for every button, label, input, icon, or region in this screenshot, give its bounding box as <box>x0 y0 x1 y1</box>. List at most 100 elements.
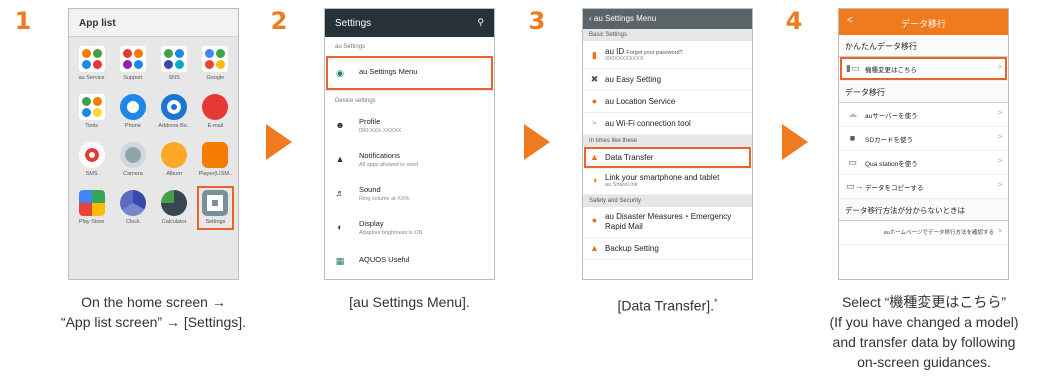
au-settings-section: au Settings <box>325 37 494 56</box>
step-4-caption: Select “機種変更はこちら” (If you have changed a… <box>829 294 1019 370</box>
folder-icon <box>119 46 146 72</box>
tools-icon: ✖ <box>590 74 599 84</box>
au-homepage-link[interactable]: auホームページでデータ移行方法を確認する > <box>839 221 1008 245</box>
brightness-icon: ◐ <box>337 222 343 232</box>
mail-icon <box>202 94 229 120</box>
speaker-icon: ♬ <box>335 188 345 198</box>
settings-title-bar: Settings ⚲ <box>325 9 494 37</box>
folder-icon <box>202 46 229 72</box>
in-times-like-these-section: In times like these <box>583 135 752 147</box>
arrow-right-icon <box>266 124 292 160</box>
easy-transfer-section: かんたんデータ移行 <box>839 35 1008 57</box>
data-transfer-item[interactable]: ▲ Data Transfer <box>583 147 752 169</box>
au-location-service-item[interactable]: ● au Location Service <box>583 91 752 113</box>
app-settings[interactable]: Settings <box>195 186 236 230</box>
settings-item-notifications[interactable]: ▲ Notifications All apps allowed to send <box>325 144 494 178</box>
settings-highlight <box>196 186 234 230</box>
link-icon: ◑ <box>591 175 598 185</box>
settings-item-sound[interactable]: ♬ Sound Ring volume at XX% <box>325 178 494 212</box>
settings-item-profile[interactable]: ☻ Profile 090-XXX-XXXXX <box>325 110 494 144</box>
folder-icon <box>78 46 105 72</box>
app-sms[interactable]: SMS <box>71 139 112 181</box>
app-email[interactable]: E-mail <box>195 91 236 133</box>
calculator-icon <box>161 190 188 216</box>
app-play-store[interactable]: Play Store <box>71 187 112 229</box>
au-id-icon: ▮ <box>592 50 597 60</box>
data-transfer-highlight <box>584 147 751 168</box>
chevron-right-icon: > <box>997 182 1002 189</box>
app-au-service[interactable]: au Service <box>71 43 112 85</box>
back-icon[interactable]: < <box>847 15 853 26</box>
app-grid: au Service Support SNS Google Tools Phon… <box>69 37 238 230</box>
au-settings-menu-highlight <box>326 56 493 90</box>
warning-icon: ● <box>591 215 598 225</box>
app-calculator[interactable]: Calculator <box>154 187 195 229</box>
search-icon[interactable]: ⚲ <box>477 17 484 28</box>
bell-icon: ▲ <box>335 154 345 164</box>
app-list-title: App list <box>69 9 238 37</box>
app-clock[interactable]: Clock <box>112 187 153 229</box>
au-id-item[interactable]: ▮ au ID Forgot your password? 090XXXXXXX… <box>583 41 752 69</box>
safety-security-section: Safety and Security <box>583 195 752 207</box>
sms-icon <box>78 142 105 168</box>
au-settings-menu-screen: ‹ au Settings Menu Basic Settings ▮ au I… <box>582 8 753 280</box>
sd-card-item[interactable]: ■ SDカードを使う > <box>839 127 1008 151</box>
au-easy-setting-item[interactable]: ✖ au Easy Setting <box>583 69 752 91</box>
settings-screen: Settings ⚲ au Settings ◉ au Settings Men… <box>324 8 495 280</box>
backup-setting-item[interactable]: ▲ Backup Setting <box>583 238 752 260</box>
share-link-item[interactable]: ◑ Link your smartphone and tablet au Sha… <box>583 169 752 195</box>
step-3-caption: [Data Transfer].* <box>617 297 718 314</box>
data-transfer-title: データ移行 <box>900 19 946 29</box>
au-wifi-tool-item[interactable]: ≈ au Wi-Fi connection tool <box>583 113 752 135</box>
music-icon <box>202 142 229 168</box>
data-transfer-section: データ移行 <box>839 81 1008 103</box>
clock-icon <box>119 190 146 216</box>
basic-settings-section: Basic Settings <box>583 29 752 41</box>
app-camera[interactable]: Camera <box>112 139 153 181</box>
step-2-caption: [au Settings Menu]. <box>349 294 470 310</box>
step-1-caption: On the home screen → “App list screen” →… <box>60 294 247 330</box>
model-change-item[interactable]: ▮▭ 機種変更はこちら > <box>839 57 1008 81</box>
chevron-right-icon: > <box>997 134 1002 141</box>
settings-item-display[interactable]: ◐ Display Adaptive brightness is ON <box>325 212 494 246</box>
qua-station-item[interactable]: ▭ Qua stationを使う > <box>839 151 1008 175</box>
app-address-book[interactable]: Address Bo.. <box>154 91 195 133</box>
folder-icon <box>78 94 105 120</box>
wifi-icon: ≈ <box>592 120 597 127</box>
step-number-4: 4 <box>779 6 809 36</box>
device-settings-section: Device settings <box>325 91 494 110</box>
app-google[interactable]: Google <box>195 43 236 85</box>
app-support[interactable]: Support <box>112 43 153 85</box>
cloud-icon: ☁ <box>848 109 857 119</box>
au-server-item[interactable]: ☁ auサーバーを使う > <box>839 103 1008 127</box>
sd-card-icon: ■ <box>849 133 856 143</box>
chevron-right-icon: > <box>997 110 1002 117</box>
au-settings-menu-title[interactable]: ‹ au Settings Menu <box>583 9 752 29</box>
au-settings-menu-item[interactable]: ◉ au Settings Menu <box>325 56 494 90</box>
app-phone[interactable]: Phone <box>112 91 153 133</box>
app-album[interactable]: Album <box>154 139 195 181</box>
phone-icon <box>119 94 146 120</box>
app-list-screen: App list au Service Support SNS Google T… <box>68 8 239 280</box>
help-section: データ移行方法が分からないときは <box>839 199 1008 221</box>
step-number-2: 2 <box>264 6 294 36</box>
app-player[interactable]: Player(LISM.. <box>195 139 236 181</box>
play-store-icon <box>78 190 105 216</box>
step-number-3: 3 <box>522 6 552 36</box>
settings-item-aquos-useful[interactable]: ▦ AQUOS Useful <box>325 246 494 276</box>
data-transfer-title-bar: < データ移行 <box>839 9 1008 35</box>
app-tools[interactable]: Tools <box>71 91 112 133</box>
qua-station-icon: ▭ <box>848 157 857 167</box>
album-icon <box>161 142 188 168</box>
person-icon: ☻ <box>335 120 345 130</box>
app-sns[interactable]: SNS <box>154 43 195 85</box>
chevron-right-icon: > <box>997 158 1002 165</box>
copy-data-item[interactable]: ▭→ データをコピーする > <box>839 175 1008 199</box>
copy-icon: ▭→ <box>846 181 864 191</box>
disaster-measures-item[interactable]: ● au Disaster Measures・Emergency Rapid M… <box>583 207 752 238</box>
data-transfer-screen: < データ移行 かんたんデータ移行 ▮▭ 機種変更はこちら > データ移行 ☁ … <box>838 8 1009 280</box>
step-number-1: 1 <box>8 6 38 36</box>
camera-icon <box>119 142 146 168</box>
arrow-right-icon <box>782 124 808 160</box>
model-change-highlight <box>840 57 1007 80</box>
